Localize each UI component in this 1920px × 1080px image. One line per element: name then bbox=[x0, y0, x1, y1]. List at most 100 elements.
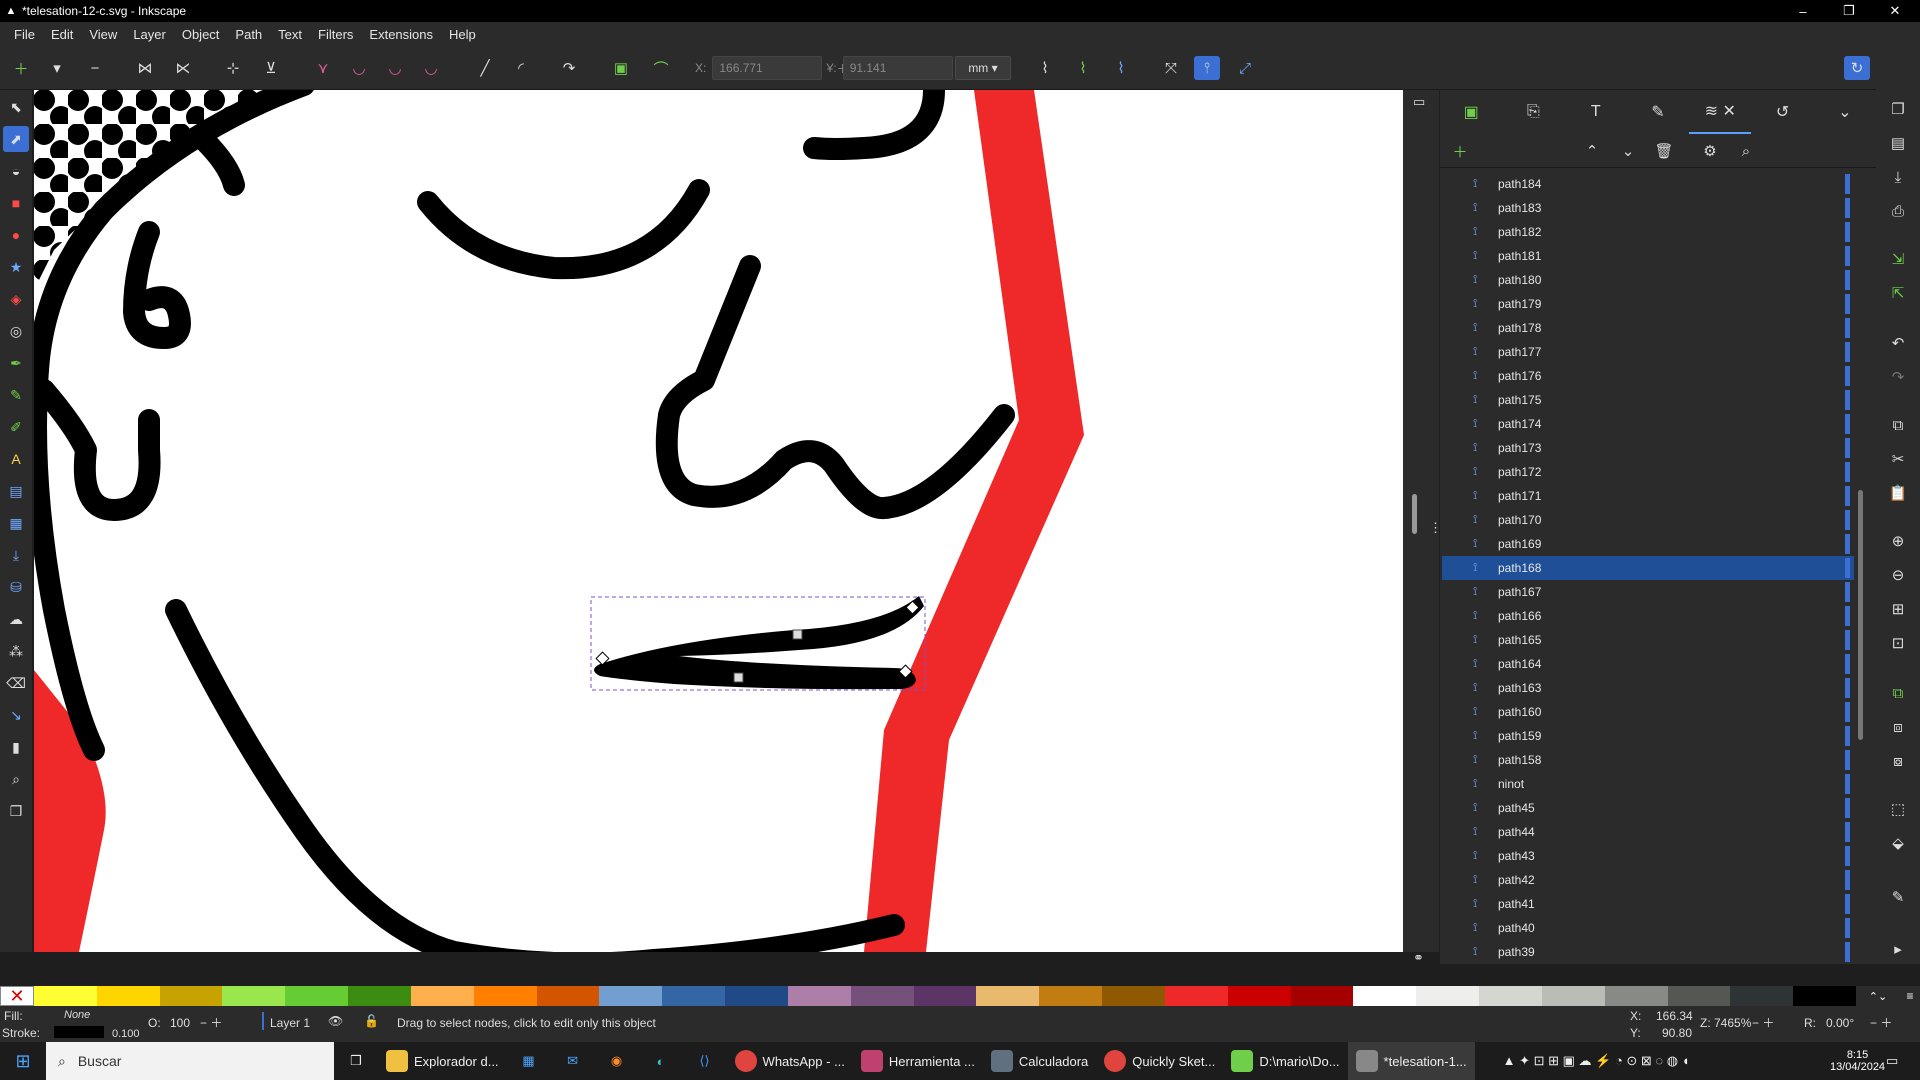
color-swatch[interactable] bbox=[473, 986, 537, 1006]
stroke-swatch[interactable] bbox=[54, 1026, 104, 1038]
next-path-effect-icon[interactable]: ⌇ bbox=[1108, 56, 1134, 80]
color-swatch[interactable] bbox=[348, 986, 411, 1006]
curve-segment-icon[interactable]: ◜ bbox=[508, 56, 534, 80]
layer-row[interactable]: ⟟ path167 bbox=[1442, 580, 1854, 604]
layer-row[interactable]: ⟟ path175 bbox=[1442, 388, 1854, 412]
import-icon[interactable]: ⇲ bbox=[1885, 246, 1911, 272]
cusp-node-icon[interactable]: ⋎ bbox=[310, 56, 336, 80]
edge-icon[interactable]: ◐ bbox=[639, 1042, 683, 1080]
layer-row[interactable]: ⟟ path164 bbox=[1442, 652, 1854, 676]
vscode-icon[interactable]: ⟨⟩ bbox=[683, 1042, 727, 1080]
unlink-clone-icon[interactable]: ⧇ bbox=[1885, 748, 1911, 774]
mesh-tool-icon[interactable]: ▦ bbox=[3, 510, 29, 536]
layer-row[interactable]: ⟟ path43 bbox=[1442, 844, 1854, 868]
zoom-tool-icon[interactable]: ⌕ bbox=[3, 766, 29, 792]
color-swatch[interactable] bbox=[34, 986, 97, 1006]
insert-node-icon[interactable]: ＋ bbox=[8, 56, 34, 80]
taskbar-search[interactable]: ⌕ Buscar bbox=[46, 1042, 334, 1080]
show-transform-handles-icon[interactable]: ⤧ bbox=[1158, 56, 1184, 80]
paint-bucket-tool-icon[interactable]: ⛁ bbox=[3, 574, 29, 600]
break-path-icon[interactable]: ⋉ bbox=[170, 56, 196, 80]
calligraphy-tool-icon[interactable]: ✐ bbox=[3, 414, 29, 440]
node-handle[interactable] bbox=[733, 672, 744, 683]
layer-row[interactable]: ⟟ path170 bbox=[1442, 508, 1854, 532]
pen-tool-icon[interactable]: ✒ bbox=[3, 350, 29, 376]
selector-tool-icon[interactable]: ⬉ bbox=[3, 94, 29, 120]
tab-text-icon[interactable]: T bbox=[1565, 90, 1627, 134]
print-icon[interactable]: ⎙ bbox=[1885, 198, 1911, 224]
taskbar-app-inkscape[interactable]: *telesation-1... bbox=[1347, 1042, 1475, 1080]
copy-icon[interactable]: ⧉ bbox=[1885, 412, 1911, 438]
fill-stroke-icon[interactable]: ✎ bbox=[1885, 884, 1911, 910]
show-bbox-icon[interactable]: ⫯ bbox=[1194, 56, 1220, 80]
export-icon[interactable]: ⇱ bbox=[1885, 280, 1911, 306]
minimize-button[interactable]: – bbox=[1780, 0, 1826, 22]
color-swatch[interactable] bbox=[96, 986, 160, 1006]
color-swatch[interactable] bbox=[285, 986, 349, 1006]
spray-tool-icon[interactable]: ⁂ bbox=[3, 638, 29, 664]
zoom-drawing-icon[interactable]: ⊖ bbox=[1885, 562, 1911, 588]
layer-row[interactable]: ⟟ path182 bbox=[1442, 220, 1854, 244]
layer-row[interactable]: ⟟ path171 bbox=[1442, 484, 1854, 508]
layer-row[interactable]: ⟟ path180 bbox=[1442, 268, 1854, 292]
no-paint-swatch-icon[interactable]: ✕ bbox=[0, 986, 34, 1006]
stroke-to-path-icon[interactable]: ▣ bbox=[608, 56, 634, 80]
color-swatch[interactable] bbox=[1604, 986, 1668, 1006]
layer-row[interactable]: ⟟ path41 bbox=[1442, 892, 1854, 916]
rotation-stepper-icon[interactable]: − ＋ bbox=[1870, 1014, 1892, 1031]
smooth-node-icon[interactable]: ◡ bbox=[346, 56, 372, 80]
ungroup-icon[interactable]: ⬙ bbox=[1885, 830, 1911, 856]
object-to-path-icon[interactable]: ↷ bbox=[556, 56, 582, 80]
layer-row[interactable]: ⟟ path165 bbox=[1442, 628, 1854, 652]
zoom-value[interactable]: 7465% bbox=[1714, 1016, 1751, 1030]
layer-row[interactable]: ⟟ path168 bbox=[1442, 556, 1854, 580]
menu-file[interactable]: File bbox=[6, 27, 43, 42]
color-swatch[interactable] bbox=[1479, 986, 1542, 1006]
store-icon[interactable]: ▦ bbox=[507, 1042, 551, 1080]
layer-row[interactable]: ⟟ path173 bbox=[1442, 436, 1854, 460]
rectangle-tool-icon[interactable]: ■ bbox=[3, 190, 29, 216]
undo-icon[interactable]: ↶ bbox=[1885, 330, 1911, 356]
new-document-icon[interactable]: ❐ bbox=[1885, 96, 1911, 122]
color-swatch[interactable] bbox=[1164, 986, 1228, 1006]
start-button-icon[interactable]: ⊞ bbox=[0, 1042, 46, 1080]
layer-row[interactable]: ⟟ path45 bbox=[1442, 796, 1854, 820]
display-mode-icon[interactable]: ▭ bbox=[1413, 94, 1425, 110]
connector-tool-icon[interactable]: ↘ bbox=[3, 702, 29, 728]
settings-gear-icon[interactable]: ⚙ bbox=[1698, 140, 1722, 162]
menu-text[interactable]: Text bbox=[270, 27, 310, 42]
rotation-value[interactable]: 0.00° bbox=[1826, 1016, 1854, 1030]
color-swatch[interactable] bbox=[1667, 986, 1731, 1006]
show-handles-icon[interactable]: ⌇ bbox=[1032, 56, 1058, 80]
add-layer-icon[interactable]: ＋ bbox=[1448, 140, 1472, 162]
layer-row[interactable]: ⟟ path160 bbox=[1442, 700, 1854, 724]
color-swatch[interactable] bbox=[1793, 986, 1857, 1006]
fill-value[interactable]: None bbox=[64, 1009, 90, 1021]
show-outline-icon[interactable]: ⌇ bbox=[1070, 56, 1096, 80]
menu-extensions[interactable]: Extensions bbox=[361, 27, 441, 42]
menu-view[interactable]: View bbox=[81, 27, 125, 42]
maximize-button[interactable]: ❐ bbox=[1826, 0, 1872, 22]
vertical-scrollbar[interactable] bbox=[1412, 494, 1417, 534]
layer-row[interactable]: ⟟ path39 bbox=[1442, 940, 1854, 964]
layer-visibility-icon[interactable]: 👁 bbox=[328, 1014, 343, 1028]
firefox-icon[interactable]: ◉ bbox=[595, 1042, 639, 1080]
eraser-tool-icon[interactable]: ⌫ bbox=[3, 670, 29, 696]
clock[interactable]: 8:15 13/04/2024 bbox=[1830, 1042, 1885, 1080]
open-document-icon[interactable]: ▤ bbox=[1885, 130, 1911, 156]
menu-layer[interactable]: Layer bbox=[125, 27, 174, 42]
zoom-width-icon[interactable]: ⊡ bbox=[1885, 630, 1911, 656]
tweak-spray-tool-icon[interactable]: ☁ bbox=[3, 606, 29, 632]
layer-row[interactable]: ⟟ path44 bbox=[1442, 820, 1854, 844]
layer-row[interactable]: ⟟ path42 bbox=[1442, 868, 1854, 892]
color-swatch[interactable] bbox=[1102, 986, 1165, 1006]
measure-tool-icon[interactable]: ▮ bbox=[3, 734, 29, 760]
stroke-width-value[interactable]: 0.100 bbox=[112, 1028, 140, 1040]
insert-dropdown-icon[interactable]: ▾ bbox=[44, 56, 70, 80]
color-swatch[interactable] bbox=[787, 986, 851, 1006]
delete-segment-icon[interactable]: ⊻ bbox=[258, 56, 284, 80]
layers-scrollbar[interactable] bbox=[1858, 490, 1863, 740]
drawing-canvas[interactable] bbox=[34, 90, 1403, 952]
color-swatch[interactable] bbox=[1353, 986, 1417, 1006]
layer-lock-icon[interactable]: 🔓 bbox=[364, 1014, 379, 1028]
